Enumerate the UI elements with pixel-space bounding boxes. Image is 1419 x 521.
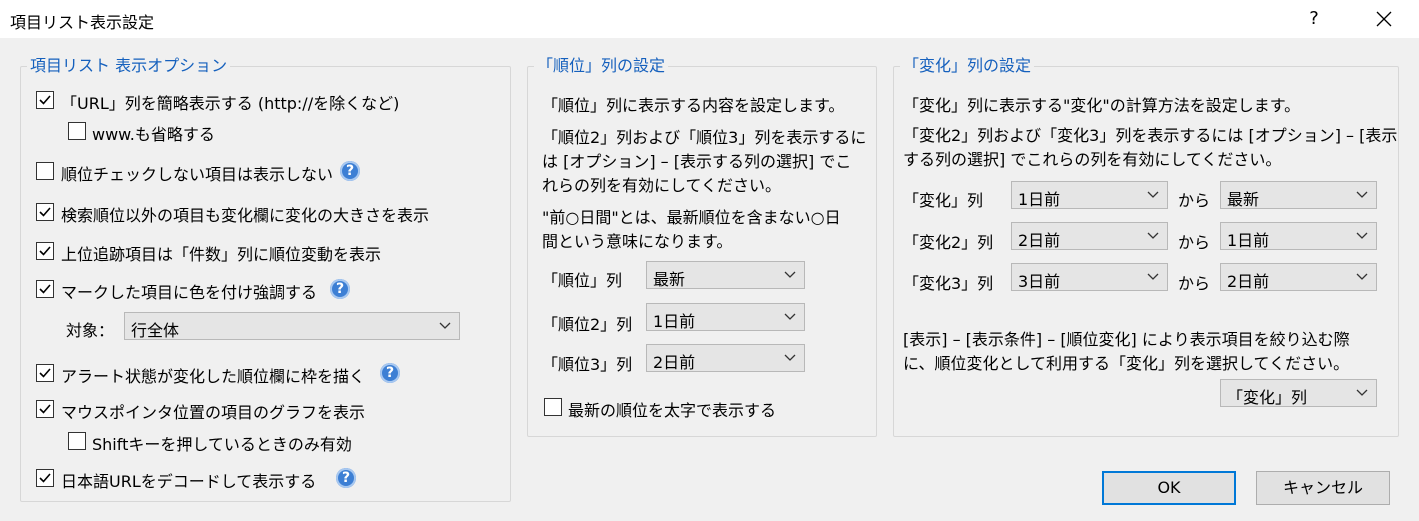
alert-frame-checkbox[interactable] (36, 364, 54, 382)
url-short-checkbox[interactable] (36, 91, 54, 109)
change-size-label: 検索順位以外の項目も変化欄に変化の大きさを表示 (61, 206, 430, 225)
window-title: 項目リスト表示設定 (10, 13, 155, 32)
change-desc-2-line1: 「変化2」列および「変化3」列を表示するには [オプション] – [表示 (903, 126, 1398, 145)
change-desc-3-line2: に、順位変化として利用する「変化」列を選択してください。 (903, 354, 1350, 373)
change-desc-3-line1: [表示] – [表示条件] – [順位変化] により表示項目を絞り込む際 (903, 330, 1350, 349)
rank-desc-2-line3: れらの列を有効にしてください。 (542, 176, 782, 195)
filter-change-select[interactable]: 「変化」列 (1220, 379, 1377, 407)
chevron-down-icon (1147, 273, 1159, 280)
rank-desc-3-line1: "前○日間"とは、最新順位を含まない○日 (542, 208, 841, 227)
change2-to-select[interactable]: 1日前 (1220, 222, 1377, 250)
rank2-label: 「順位2」列 (542, 315, 633, 334)
change3-from-select[interactable]: 3日前 (1011, 263, 1168, 291)
rank2-select[interactable]: 1日前 (646, 303, 805, 331)
title-bar: 項目リスト表示設定 ? (0, 0, 1419, 38)
rank1-select[interactable]: 最新 (646, 261, 805, 289)
change-column-title: 「変化」列の設定 (900, 56, 1035, 76)
help-icon[interactable]: ? (340, 161, 360, 181)
decode-url-checkbox[interactable] (36, 469, 54, 487)
chevron-down-icon (1147, 191, 1159, 198)
change1-label: 「変化」列 (903, 191, 984, 210)
change2-from-value: 2日前 (1018, 231, 1061, 250)
rank3-select-value: 2日前 (653, 353, 696, 372)
mouse-graph-checkbox[interactable] (36, 400, 54, 418)
check-icon (39, 473, 51, 483)
check-icon (39, 95, 51, 105)
from-label: から (1178, 233, 1211, 252)
check-icon (39, 284, 51, 294)
url-short-label: 「URL」列を簡略表示する (http://を除くなど) (61, 94, 400, 113)
bold-latest-label: 最新の順位を太字で表示する (568, 401, 777, 420)
check-icon (39, 404, 51, 414)
change-desc-1: 「変化」列に表示する"変化"の計算方法を設定します。 (903, 96, 1301, 115)
rank1-label: 「順位」列 (542, 271, 623, 290)
chevron-down-icon (1356, 191, 1368, 198)
www-omit-checkbox[interactable] (68, 122, 86, 140)
mark-color-label: マークした項目に色を付け強調する (61, 283, 318, 302)
help-icon[interactable]: ? (336, 468, 356, 488)
chevron-down-icon (1356, 273, 1368, 280)
www-omit-label: www.も省略する (92, 125, 215, 144)
target-label: 対象： (66, 321, 115, 340)
check-icon (39, 368, 51, 378)
change3-to-value: 2日前 (1227, 272, 1270, 291)
check-icon (39, 207, 51, 217)
chevron-down-icon (1356, 389, 1368, 396)
change1-from-value: 1日前 (1018, 190, 1061, 209)
chevron-down-icon (784, 271, 796, 278)
rank-desc-3-line2: 間という意味になります。 (542, 232, 733, 251)
rank3-label: 「順位3」列 (542, 355, 633, 374)
change1-to-value: 最新 (1227, 190, 1260, 209)
hide-unchecked-label: 順位チェックしない項目は表示しない (61, 165, 334, 184)
chevron-down-icon (784, 313, 796, 320)
rank-desc-2-line1: 「順位2」列および「順位3」列を表示するに (542, 128, 867, 147)
upper-track-checkbox[interactable] (36, 242, 54, 260)
mouse-graph-label: マウスポインタ位置の項目のグラフを表示 (61, 403, 366, 422)
check-icon (39, 246, 51, 256)
target-select[interactable]: 行全体 (124, 312, 460, 340)
rank1-select-value: 最新 (653, 270, 686, 289)
from-label: から (1178, 274, 1211, 293)
cancel-button[interactable]: キャンセル (1256, 471, 1390, 505)
chevron-down-icon (784, 354, 796, 361)
mark-color-checkbox[interactable] (36, 280, 54, 298)
close-icon (1376, 11, 1392, 27)
target-select-value: 行全体 (131, 321, 180, 340)
close-button[interactable] (1370, 5, 1398, 33)
hide-unchecked-checkbox[interactable] (36, 162, 54, 180)
from-label: から (1178, 191, 1211, 210)
chevron-down-icon (1147, 232, 1159, 239)
shift-only-label: Shiftキーを押しているときのみ有効 (92, 435, 352, 454)
chevron-down-icon (1356, 232, 1368, 239)
change1-to-select[interactable]: 最新 (1220, 181, 1377, 209)
change1-from-select[interactable]: 1日前 (1011, 181, 1168, 209)
rank2-select-value: 1日前 (653, 312, 696, 331)
ok-button[interactable]: OK (1102, 471, 1236, 505)
change3-from-value: 3日前 (1018, 272, 1061, 291)
rank-desc-2-line2: は [オプション] – [表示する列の選択] でこ (542, 152, 852, 171)
filter-change-value: 「変化」列 (1227, 388, 1308, 407)
help-button[interactable]: ? (1300, 5, 1328, 33)
help-icon[interactable]: ? (330, 279, 350, 299)
alert-frame-label: アラート状態が変化した順位欄に枠を描く (61, 367, 366, 386)
change2-to-value: 1日前 (1227, 231, 1270, 250)
list-options-title: 項目リスト 表示オプション (27, 56, 231, 76)
rank-column-title: 「順位」列の設定 (534, 56, 669, 76)
change3-label: 「変化3」列 (903, 274, 994, 293)
rank3-select[interactable]: 2日前 (646, 344, 805, 372)
chevron-down-icon (439, 322, 451, 329)
change-size-checkbox[interactable] (36, 203, 54, 221)
rank-desc-1: 「順位」列に表示する内容を設定します。 (542, 96, 845, 115)
change2-label: 「変化2」列 (903, 233, 994, 252)
change3-to-select[interactable]: 2日前 (1220, 263, 1377, 291)
help-icon[interactable]: ? (380, 363, 400, 383)
change-desc-2-line2: する列の選択] でこれらの列を有効にしてください。 (903, 150, 1282, 169)
upper-track-label: 上位追跡項目は「件数」列に順位変動を表示 (61, 245, 382, 264)
change2-from-select[interactable]: 2日前 (1011, 222, 1168, 250)
shift-only-checkbox[interactable] (68, 432, 86, 450)
bold-latest-checkbox[interactable] (544, 398, 562, 416)
decode-url-label: 日本語URLをデコードして表示する (61, 472, 317, 491)
